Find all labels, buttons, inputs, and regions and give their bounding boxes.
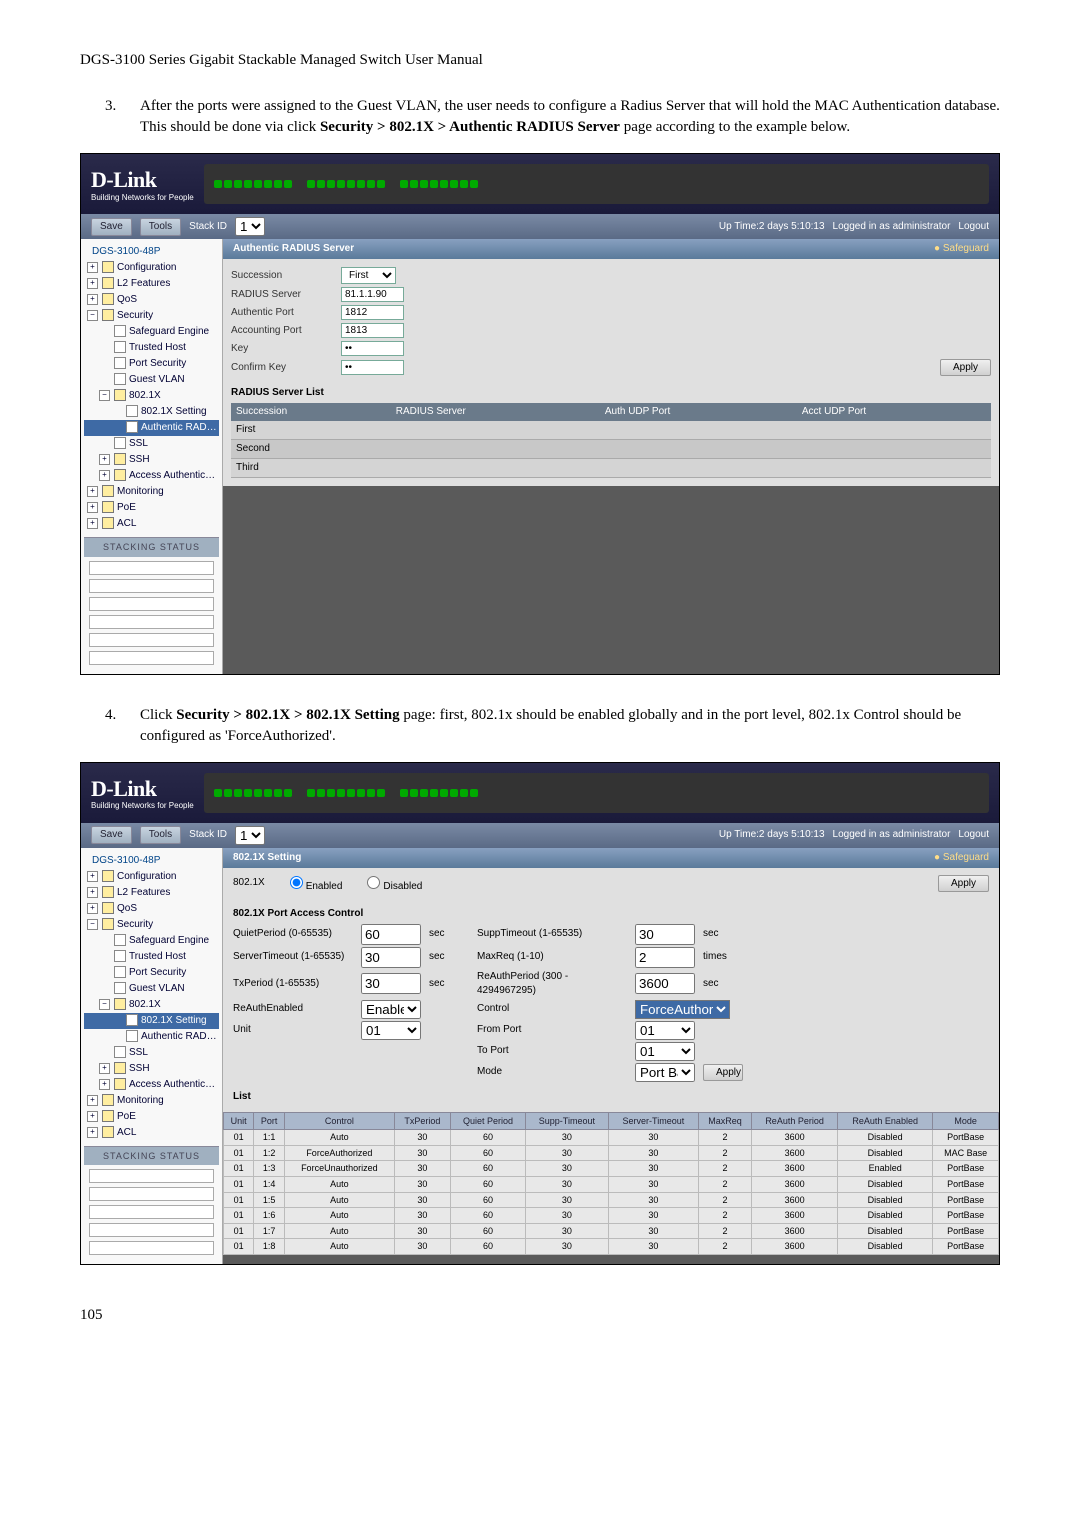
tree-trusted-host[interactable]: Trusted Host	[84, 340, 219, 356]
step-4: 4. Click Security > 802.1X > 802.1X Sett…	[80, 705, 1000, 747]
tree-aac[interactable]: +Access Authentication Con	[84, 468, 219, 484]
save-button[interactable]: Save	[91, 826, 132, 844]
key-input[interactable]	[341, 341, 404, 356]
panel-title: Authentic RADIUS Server	[233, 242, 354, 256]
table-row: 011:3ForceUnauthorized3060303023600Enabl…	[224, 1161, 999, 1177]
table-row: 011:2ForceAuthorized3060303023600Disable…	[224, 1145, 999, 1161]
list-title: List	[223, 1082, 999, 1107]
tree-root[interactable]: DGS-3100-48P	[84, 244, 219, 260]
page-header: DGS-3100 Series Gigabit Stackable Manage…	[80, 50, 1000, 71]
tree-ssl[interactable]: SSL	[84, 436, 219, 452]
tools-button[interactable]: Tools	[140, 826, 181, 844]
succession-select[interactable]: First	[341, 267, 396, 284]
panel-title-8021x: 802.1X Setting	[233, 851, 301, 865]
disabled-radio[interactable]	[367, 876, 380, 889]
enabled-radio[interactable]	[290, 876, 303, 889]
mode-select[interactable]: Port Base	[635, 1063, 695, 1082]
main-panel: Authentic RADIUS Server ● Safeguard Succ…	[223, 239, 999, 674]
tree-8021x-setting-sel[interactable]: 802.1X Setting	[84, 1013, 219, 1029]
reauth-period-input[interactable]	[635, 973, 695, 994]
tree-safeguard[interactable]: Safeguard Engine	[84, 324, 219, 340]
radius-server-input[interactable]	[341, 287, 404, 302]
table-row: 011:5Auto3060303023600DisabledPortBase	[224, 1192, 999, 1208]
server-timeout-input[interactable]	[361, 947, 421, 968]
page-number: 105	[80, 1305, 1000, 1326]
table-row: Second	[231, 440, 991, 459]
table-row: 011:8Auto3060303023600DisabledPortBase	[224, 1239, 999, 1255]
tree-monitoring[interactable]: +Monitoring	[84, 484, 219, 500]
8021x-screenshot: D-Link Building Networks for People Save…	[80, 762, 1000, 1266]
control-select[interactable]: ForceAuthorized	[635, 1000, 730, 1019]
tree-ssh[interactable]: +SSH	[84, 452, 219, 468]
save-button[interactable]: Save	[91, 218, 132, 236]
uptime: Up Time:2 days 5:10:13	[719, 220, 825, 234]
stack-id-label: Stack ID	[189, 220, 227, 234]
tree-acl[interactable]: +ACL	[84, 516, 219, 532]
tree-poe[interactable]: +PoE	[84, 500, 219, 516]
login-status: Logged in as administrator	[833, 220, 951, 234]
tree-8021x[interactable]: −802.1X	[84, 388, 219, 404]
tree-configuration[interactable]: +Configuration	[84, 260, 219, 276]
stacking-status: STACKING STATUS	[84, 537, 219, 557]
tree-8021x-setting[interactable]: 802.1X Setting	[84, 404, 219, 420]
maxreq-input[interactable]	[635, 947, 695, 968]
tree-security[interactable]: −Security	[84, 308, 219, 324]
port-panel	[204, 164, 989, 204]
tree-qos[interactable]: +QoS	[84, 292, 219, 308]
apply-pac-button[interactable]: Apply	[703, 1064, 743, 1081]
step-3: 3. After the ports were assigned to the …	[80, 96, 1000, 138]
table-row: 011:7Auto3060303023600DisabledPortBase	[224, 1223, 999, 1239]
radius-list-table: SuccessionRADIUS ServerAuth UDP PortAcct…	[231, 403, 991, 478]
nav-tree-2: DGS-3100-48P +Configuration +L2 Features…	[81, 848, 223, 1265]
tree-guest-vlan[interactable]: Guest VLAN	[84, 372, 219, 388]
to-port-select[interactable]: 01	[635, 1042, 695, 1061]
tree-l2-features[interactable]: +L2 Features	[84, 276, 219, 292]
logout-link[interactable]: Logout	[958, 828, 989, 842]
table-row: 011:4Auto3060303023600DisabledPortBase	[224, 1176, 999, 1192]
nav-tree: DGS-3100-48P +Configuration +L2 Features…	[81, 239, 223, 674]
stack-id-select[interactable]: 1	[235, 826, 265, 845]
port-list-table: UnitPortControlTxPeriodQuiet PeriodSupp-…	[223, 1112, 999, 1255]
stack-unit	[89, 561, 214, 575]
reauth-enabled-select[interactable]: Enabled	[361, 1000, 421, 1019]
table-row: Third	[231, 459, 991, 478]
auth-port-input[interactable]	[341, 305, 404, 320]
stack-id-select[interactable]: 1	[235, 217, 265, 236]
apply-button[interactable]: Apply	[940, 359, 991, 376]
pac-title: 802.1X Port Access Control	[223, 899, 999, 924]
table-row: 011:6Auto3060303023600DisabledPortBase	[224, 1208, 999, 1224]
from-port-select[interactable]: 01	[635, 1021, 695, 1040]
table-row: 011:1Auto3060303023600DisabledPortBase	[224, 1130, 999, 1146]
acct-port-input[interactable]	[341, 323, 404, 338]
toolbar: Save Tools Stack ID 1 Up Time:2 days 5:1…	[81, 214, 999, 239]
txperiod-input[interactable]	[361, 973, 421, 994]
safeguard-badge: ● Safeguard	[934, 242, 989, 256]
tree-port-security[interactable]: Port Security	[84, 356, 219, 372]
radius-screenshot: D-Link Building Networks for People Save…	[80, 153, 1000, 675]
tools-button[interactable]: Tools	[140, 218, 181, 236]
table-row: First	[231, 421, 991, 440]
logout-link[interactable]: Logout	[958, 220, 989, 234]
confirm-key-input[interactable]	[341, 360, 404, 375]
tree-radius[interactable]: Authentic RADIUS Serv	[84, 420, 219, 436]
dlink-banner: D-Link Building Networks for People	[81, 154, 999, 214]
supp-timeout-input[interactable]	[635, 924, 695, 945]
radius-list-title: RADIUS Server List	[231, 386, 991, 400]
quiet-period-input[interactable]	[361, 924, 421, 945]
apply-8021x-button[interactable]: Apply	[938, 875, 989, 892]
unit-select[interactable]: 01	[361, 1021, 421, 1040]
